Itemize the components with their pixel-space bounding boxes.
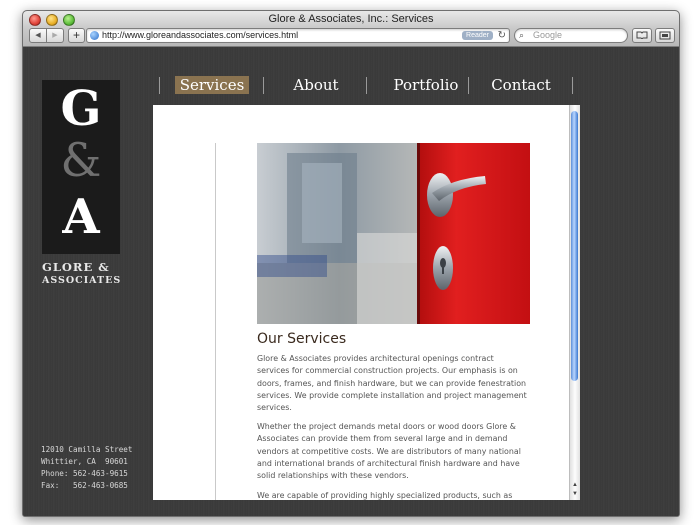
web-page: G & A GLORE & ASSOCIATES Services About … (23, 47, 679, 516)
browser-toolbar: Glore & Associates, Inc.: Services ◀ ▶ +… (23, 11, 679, 47)
back-arrow-icon: ◀ (35, 32, 41, 39)
address-city: Whittier, CA 90601 (41, 457, 128, 466)
nav-item-portfolio[interactable]: Portfolio (376, 76, 476, 94)
globe-icon (90, 31, 99, 40)
address-fax: Fax: 562-463-0685 (41, 481, 128, 490)
tab-overview-button[interactable] (655, 28, 675, 43)
services-paragraph-1: Glore & Associates provides architectura… (257, 354, 527, 413)
red-door-photo (257, 143, 530, 324)
brand-name-line2: ASSOCIATES (42, 275, 122, 286)
logo-letter-g: G (60, 81, 102, 137)
services-paragraph-2: Whether the project demands metal doors … (257, 422, 521, 481)
nav-item-contact[interactable]: Contact (479, 76, 563, 94)
address-phone: Phone: 562-463-9615 (41, 469, 128, 478)
logo-ampersand: & (60, 133, 102, 187)
vertical-scrollbar[interactable]: ▲ ▼ (569, 105, 580, 500)
browser-window: Glore & Associates, Inc.: Services ◀ ▶ +… (22, 10, 680, 517)
logo-letter-a: A (62, 189, 100, 245)
nav-divider (263, 77, 264, 94)
contact-address: 12010 Camilla Street Whittier, CA 90601 Ph… (41, 444, 132, 492)
window-grid-icon (659, 31, 671, 40)
address-bar[interactable]: http://www.gloreandassociates.com/servic… (86, 28, 510, 43)
search-icon: ⌕ (519, 30, 525, 40)
scroll-up-arrow-icon[interactable]: ▲ (570, 481, 580, 490)
open-book-icon (636, 31, 648, 39)
nav-divider (366, 77, 367, 94)
window-title: Glore & Associates, Inc.: Services (268, 13, 434, 25)
scrollbar-thumb[interactable] (571, 111, 578, 381)
nav-item-about[interactable]: About (276, 76, 356, 94)
reload-icon[interactable]: ↻ (498, 29, 506, 42)
back-button[interactable]: ◀ (29, 28, 47, 43)
content-divider (215, 143, 216, 500)
content-panel: Our Services Glore & Associates provides… (153, 105, 579, 500)
section-heading: Our Services (257, 331, 347, 347)
forward-arrow-icon: ▶ (52, 32, 58, 39)
url-text[interactable]: http://www.gloreandassociates.com/servic… (102, 29, 298, 42)
brand-name-line1: GLORE & (42, 260, 110, 274)
search-field[interactable]: ⌕ Google (514, 28, 628, 43)
nav-divider (159, 77, 160, 94)
nav-divider (468, 77, 469, 94)
nav-divider (572, 77, 573, 94)
nav-item-services[interactable]: Services (175, 76, 249, 94)
door-handle-image (257, 143, 530, 324)
reader-button[interactable]: Reader (462, 31, 493, 40)
bookmarks-button[interactable] (632, 28, 652, 43)
main-nav: Services About Portfolio Contact (159, 76, 573, 95)
history-buttons: ◀ ▶ (29, 28, 64, 43)
scroll-down-arrow-icon[interactable]: ▼ (570, 490, 580, 499)
plus-icon: + (72, 28, 80, 42)
address-street: 12010 Camilla Street (41, 445, 133, 454)
forward-button[interactable]: ▶ (47, 28, 64, 43)
search-placeholder: Google (533, 30, 563, 40)
site-logo[interactable]: G & A (42, 80, 120, 254)
services-paragraph-3: We are capable of providing highly speci… (257, 491, 513, 500)
add-bookmark-button[interactable]: + (68, 28, 85, 43)
